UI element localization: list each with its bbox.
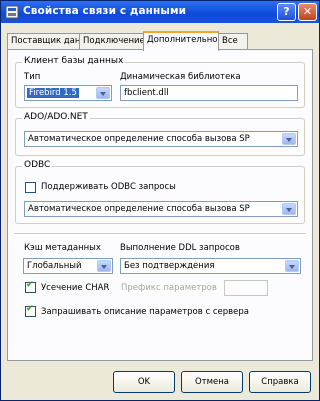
help-button[interactable]: Справка <box>249 371 311 393</box>
ado-sp-call-value: Автоматическое определение способа вызов… <box>28 134 250 144</box>
char-truncate-checkbox[interactable] <box>25 280 36 293</box>
metadata-cache-value: Глобальный <box>27 261 82 271</box>
ok-button[interactable]: OK <box>113 371 175 393</box>
db-type-value: Firebird 1.5 <box>27 88 79 98</box>
ado-group: ADO/ADO.NET Автоматическое определение с… <box>15 112 305 156</box>
odbc-support-label: Поддерживать ODBC запросы <box>41 182 176 192</box>
tab-provider[interactable]: Поставщик данных <box>7 33 80 49</box>
odbc-sp-call-select[interactable]: Автоматическое определение способа вызов… <box>24 201 298 217</box>
chevron-down-icon[interactable] <box>282 203 296 215</box>
library-value: fbclient.dll <box>124 88 169 98</box>
tab-connection[interactable]: Подключение <box>79 33 145 49</box>
tab-advanced[interactable]: Дополнительно <box>143 31 219 51</box>
metadata-cache-select[interactable]: Глобальный <box>23 258 113 274</box>
db-type-select[interactable]: Firebird 1.5 <box>24 85 112 101</box>
type-label: Тип <box>24 72 41 82</box>
chevron-down-icon[interactable] <box>285 260 299 272</box>
ado-sp-call-select[interactable]: Автоматическое определение способа вызов… <box>24 131 298 147</box>
ddl-exec-value: Без подтверждения <box>124 261 215 271</box>
odbc-sp-call-value: Автоматическое определение способа вызов… <box>28 204 250 214</box>
odbc-group: ODBC Поддерживать ODBC запросы Автоматич… <box>15 160 305 224</box>
data-link-icon <box>5 5 19 19</box>
tab-all[interactable]: Все <box>218 33 248 49</box>
dialog-window: Свойства связи с данными ? ✕ Поставщик д… <box>0 0 320 401</box>
library-label: Динамическая библиотека <box>120 72 241 82</box>
metadata-cache-label: Кэш метаданных <box>24 243 101 253</box>
param-prefix-input[interactable] <box>224 280 268 296</box>
chevron-down-icon[interactable] <box>97 260 111 272</box>
client-db-group-title: Клиент базы данных <box>22 56 126 66</box>
ddl-exec-select[interactable]: Без подтверждения <box>120 258 301 274</box>
odbc-group-title: ODBC <box>22 160 53 170</box>
request-params-checkbox[interactable] <box>25 304 36 317</box>
help-title-button[interactable]: ? <box>277 3 296 21</box>
char-truncate-label: Усечение CHAR <box>41 283 110 293</box>
client-db-group: Клиент базы данных Тип Динамическая библ… <box>15 56 305 108</box>
chevron-down-icon[interactable] <box>96 87 110 99</box>
window-title: Свойства связи с данными <box>23 5 187 17</box>
request-params-label: Запрашивать описание параметров с сервер… <box>41 307 249 317</box>
ddl-exec-label: Выполнение DDL запросов <box>120 243 240 253</box>
ado-group-title: ADO/ADO.NET <box>22 112 90 122</box>
separator <box>14 233 306 234</box>
library-input[interactable]: fbclient.dll <box>120 85 298 101</box>
close-button[interactable]: ✕ <box>298 3 317 21</box>
param-prefix-label: Префикс параметров <box>121 283 217 293</box>
advanced-panel: Клиент базы данных Тип Динамическая библ… <box>7 49 313 361</box>
odbc-support-checkbox[interactable] <box>25 182 36 193</box>
chevron-down-icon[interactable] <box>282 133 296 145</box>
tab-strip: Поставщик данных Подключение Дополнитель… <box>7 31 313 51</box>
title-bar[interactable]: Свойства связи с данными ? ✕ <box>1 1 319 23</box>
cancel-button[interactable]: Отмена <box>181 371 243 393</box>
